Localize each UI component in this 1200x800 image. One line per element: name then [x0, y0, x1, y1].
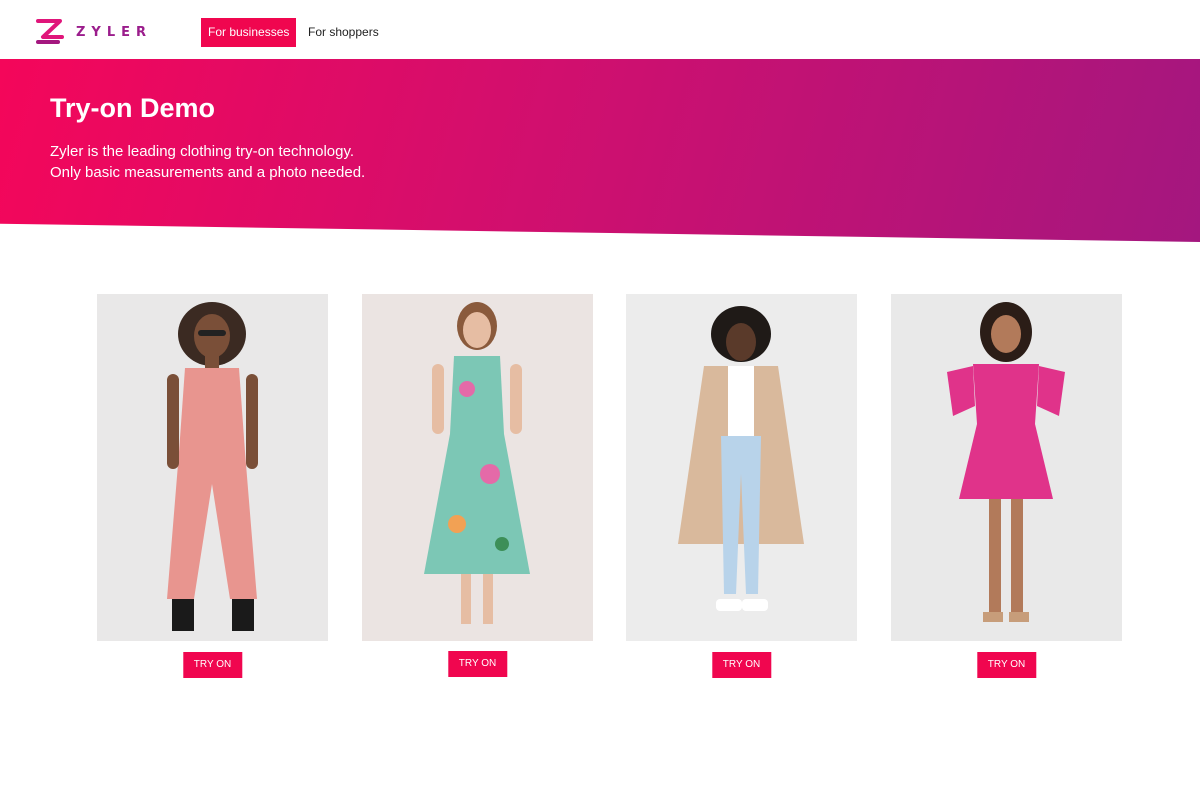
- model-trench-coat-image: [678, 306, 804, 611]
- brand-wordmark: ZYLER: [76, 24, 153, 40]
- brand-logo[interactable]: ZYLER: [34, 17, 152, 47]
- nav-for-businesses[interactable]: For businesses: [201, 18, 297, 47]
- product-card: TRY ON: [626, 294, 857, 678]
- product-photo[interactable]: [97, 294, 328, 641]
- hero-description: Zyler is the leading clothing try-on tec…: [50, 141, 570, 183]
- try-on-button[interactable]: TRY ON: [447, 651, 508, 677]
- product-photo[interactable]: [362, 294, 593, 641]
- product-card: TRY ON: [362, 294, 593, 677]
- try-on-button[interactable]: TRY ON: [711, 652, 772, 678]
- zyler-z-logo-icon: [36, 19, 64, 44]
- try-on-button[interactable]: TRY ON: [182, 652, 243, 678]
- product-card: TRY ON: [891, 294, 1122, 678]
- nav-for-shoppers[interactable]: For shoppers: [301, 18, 386, 47]
- product-photo[interactable]: [626, 294, 857, 641]
- model-pink-satin-dress-image: [947, 302, 1065, 622]
- top-nav-bar: ZYLER For businesses For shoppers: [0, 0, 1200, 60]
- model-pink-pinstripe-suit-image: [167, 302, 258, 631]
- hero-banner: Try-on Demo Zyler is the leading clothin…: [0, 59, 1200, 242]
- hero-line-2: Only basic measurements and a photo need…: [50, 164, 366, 181]
- product-photo[interactable]: [891, 294, 1122, 641]
- try-on-button[interactable]: TRY ON: [976, 652, 1037, 678]
- product-card: TRY ON: [97, 294, 328, 678]
- hero-line-1: Zyler is the leading clothing try-on tec…: [50, 143, 355, 160]
- model-floral-dress-image: [424, 302, 530, 624]
- page-title: Try-on Demo: [50, 93, 216, 123]
